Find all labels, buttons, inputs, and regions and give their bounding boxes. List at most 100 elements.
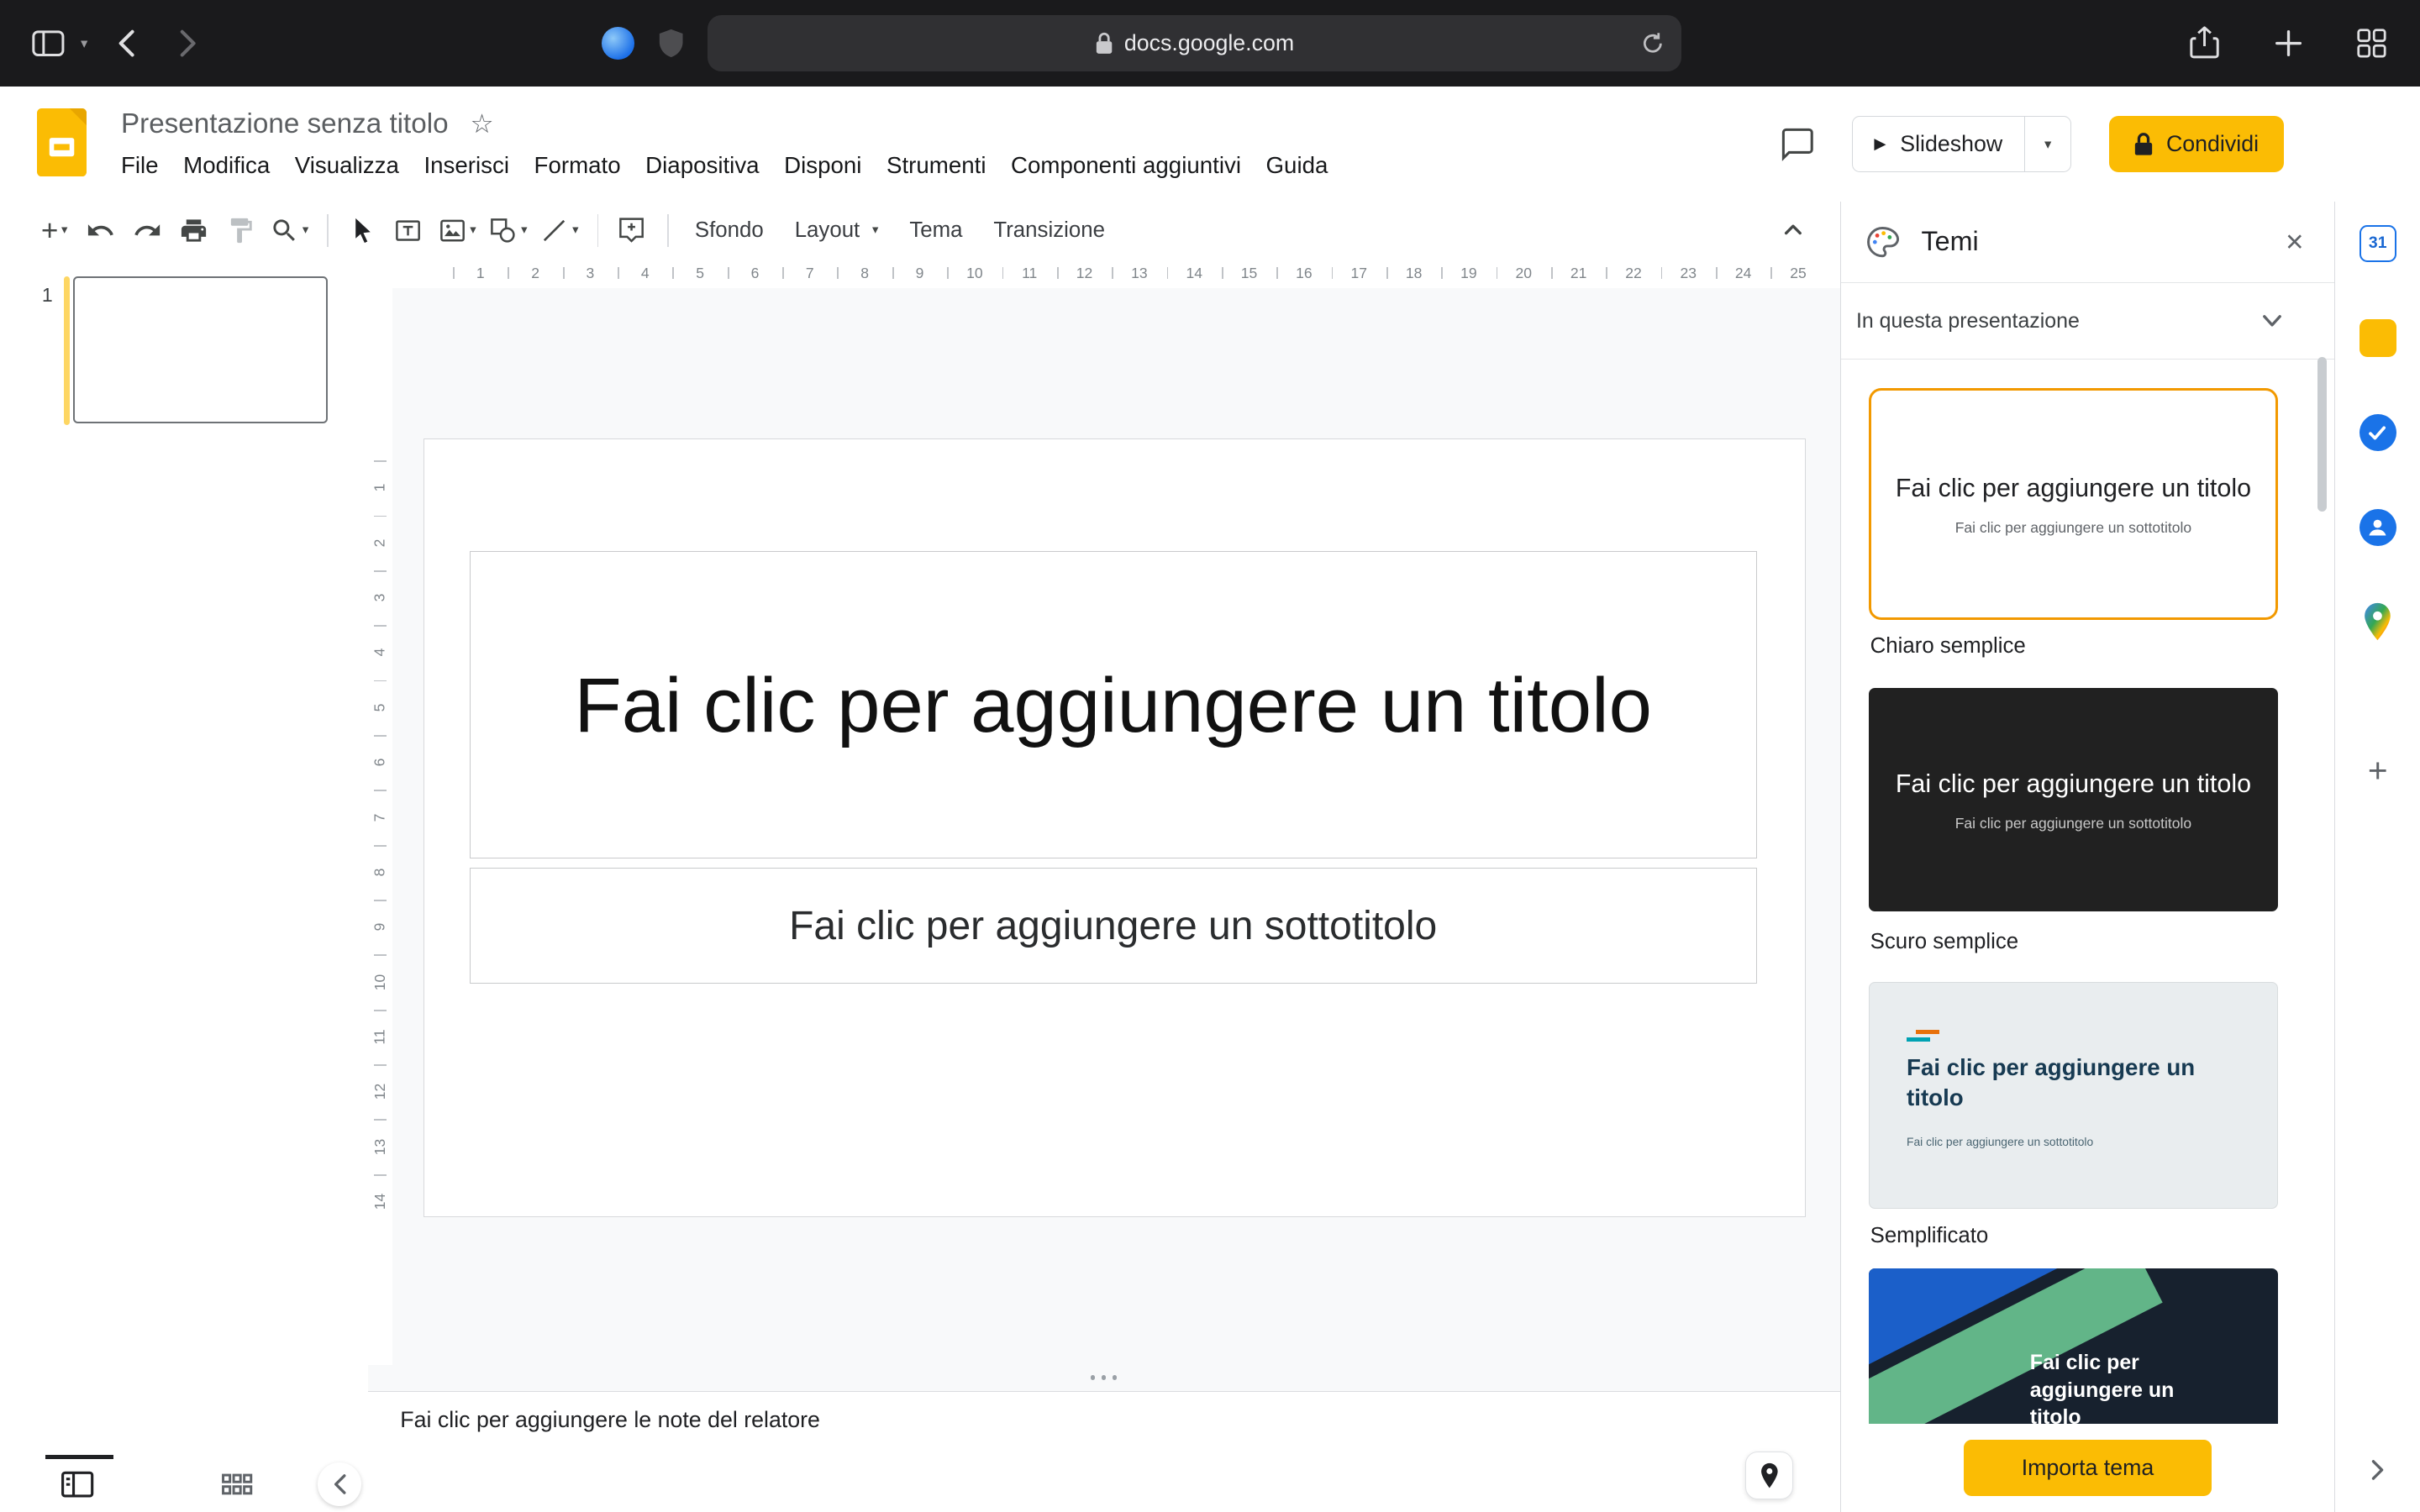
menu-file[interactable]: File [108,147,171,183]
slides-logo[interactable] [37,108,87,202]
menu-inserisci[interactable]: Inserisci [412,147,522,183]
menu-componenti-aggiuntivi[interactable]: Componenti aggiuntivi [998,147,1254,183]
back-button[interactable] [103,20,150,66]
maps-icon[interactable] [2358,601,2398,642]
pin-button[interactable] [1745,1452,1793,1499]
theme-button[interactable]: Tema [894,208,978,252]
slide-thumbnail[interactable] [73,276,328,423]
text-box-button[interactable] [387,208,430,252]
contacts-icon[interactable] [2358,507,2398,548]
slideshow-split-button: ▶ Slideshow ▾ [1852,116,2072,171]
horizontal-ruler[interactable]: 1234567891011121314151617181920212223242… [392,259,1839,288]
tasks-icon[interactable] [2358,412,2398,453]
import-theme-button[interactable]: Importa tema [1964,1440,2212,1495]
theme-card-chiaro-semplice[interactable]: Fai clic per aggiungere un titolo Fai cl… [1869,388,2278,621]
themes-panel: Temi × In questa presentazione Fai clic … [1840,202,2335,1512]
slideshow-button[interactable]: ▶ Slideshow [1853,117,2024,171]
new-tab-button[interactable] [2265,20,2311,66]
menu-strumenti[interactable]: Strumenti [874,147,998,183]
ruler-mark: 5 [368,680,393,735]
ruler-mark: 9 [892,259,947,288]
ruler-mark: 12 [1057,259,1112,288]
comment-history-button[interactable] [1781,127,1815,161]
shield-icon[interactable] [658,28,684,59]
forward-button[interactable] [166,20,212,66]
keep-icon[interactable] [2358,318,2398,358]
share-page-button[interactable] [2181,20,2228,66]
menu-disponi[interactable]: Disponi [771,147,874,183]
ruler-mark: 4 [368,625,393,680]
ruler-mark: 3 [368,570,393,625]
theme-card-label: Scuro semplice [1870,930,2335,954]
grid-view-button[interactable] [218,1466,255,1503]
calendar-icon[interactable]: 31 [2358,223,2398,264]
browser-toolbar: ▾ docs.google.com [0,0,2420,87]
menu-diapositiva[interactable]: Diapositiva [633,147,771,183]
close-icon[interactable]: × [2286,227,2304,258]
ruler-mark: 8 [837,259,892,288]
sidebar-toggle-button[interactable] [25,20,71,66]
panel-title: Temi [1922,226,1979,257]
collapse-toolbar-button[interactable] [1771,207,1815,251]
ruler-mark: 2 [508,259,562,288]
theme-card-label: Chiaro semplice [1870,634,2335,659]
theme-card-partial[interactable]: Fai clic per aggiungere un titolo [1869,1268,2278,1423]
pin-icon [1758,1462,1781,1489]
theme-card-scuro-semplice[interactable]: Fai clic per aggiungere un titolo Fai cl… [1869,688,2278,911]
chevron-down-icon: ▾ [61,224,67,237]
refresh-icon[interactable] [1641,31,1665,56]
menu-formato[interactable]: Formato [522,147,634,183]
insert-shape-button[interactable]: ▾ [484,208,532,252]
select-tool-button[interactable] [339,208,383,252]
title-placeholder-text: Fai clic per aggiungere un titolo [574,644,1652,765]
insert-line-button[interactable]: ▾ [535,208,583,252]
slideshow-dropdown-button[interactable]: ▾ [2024,117,2070,171]
menu-guida[interactable]: Guida [1254,147,1340,183]
insert-image-button[interactable]: ▾ [433,208,481,252]
in-this-presentation-section[interactable]: In questa presentazione [1841,282,2335,360]
star-icon[interactable]: ☆ [470,111,493,137]
tab-overview-button[interactable] [2349,20,2395,66]
panel-scrollbar[interactable] [2317,357,2327,512]
print-button[interactable] [172,208,216,252]
extension-icon[interactable] [602,27,634,60]
title-placeholder[interactable]: Fai clic per aggiungere un titolo [470,551,1757,858]
insert-comment-button[interactable] [609,208,653,252]
subtitle-placeholder[interactable]: Fai clic per aggiungere un sottotitolo [470,868,1757,984]
background-button[interactable]: Sfondo [679,208,779,252]
accent-bar [1916,1030,1939,1035]
ruler-mark: 12 [368,1064,393,1119]
hide-side-panel-icon[interactable] [2370,1459,2385,1481]
collapse-filmstrip-button[interactable] [318,1462,361,1506]
document-title[interactable]: Presentazione senza titolo [121,108,449,140]
transition-button[interactable]: Transizione [978,208,1120,252]
ruler-mark: 9 [368,900,393,954]
layout-button[interactable]: Layout▾ [779,208,894,252]
redo-button[interactable] [126,208,170,252]
notes-resize-handle[interactable] [368,1365,1840,1391]
ruler-mark: 7 [782,259,837,288]
zoom-button[interactable]: ▾ [266,208,313,252]
vertical-ruler[interactable]: 1234567891011121314 [368,288,393,1364]
slide[interactable]: Fai clic per aggiungere un titolo Fai cl… [424,438,1806,1217]
share-button[interactable]: Condividi [2109,116,2284,171]
theme-card-semplificato[interactable]: Fai clic per aggiungere un titolo Fai cl… [1869,982,2278,1209]
filmstrip-view-button[interactable] [59,1466,96,1503]
plus-icon: + [41,216,58,245]
undo-button[interactable] [79,208,123,252]
new-slide-button[interactable]: +▾ [33,208,76,252]
paint-format-button[interactable] [218,208,262,252]
menu-visualizza[interactable]: Visualizza [282,147,412,183]
add-addon-icon[interactable]: + [2368,753,2388,788]
toolbar-separator [597,214,599,247]
slideshow-label: Slideshow [1900,131,2002,157]
menu-modifica[interactable]: Modifica [171,147,282,183]
play-icon: ▶ [1874,136,1886,151]
ruler-mark: 8 [368,845,393,900]
chevron-down-icon[interactable]: ▾ [81,35,87,52]
url-bar[interactable]: docs.google.com [708,15,1681,71]
ruler-mark: 14 [368,1174,393,1229]
ruler-mark: 13 [368,1119,393,1173]
ruler-mark: 21 [1551,259,1606,288]
speaker-notes[interactable]: Fai clic per aggiungere le note del rela… [368,1391,1840,1512]
